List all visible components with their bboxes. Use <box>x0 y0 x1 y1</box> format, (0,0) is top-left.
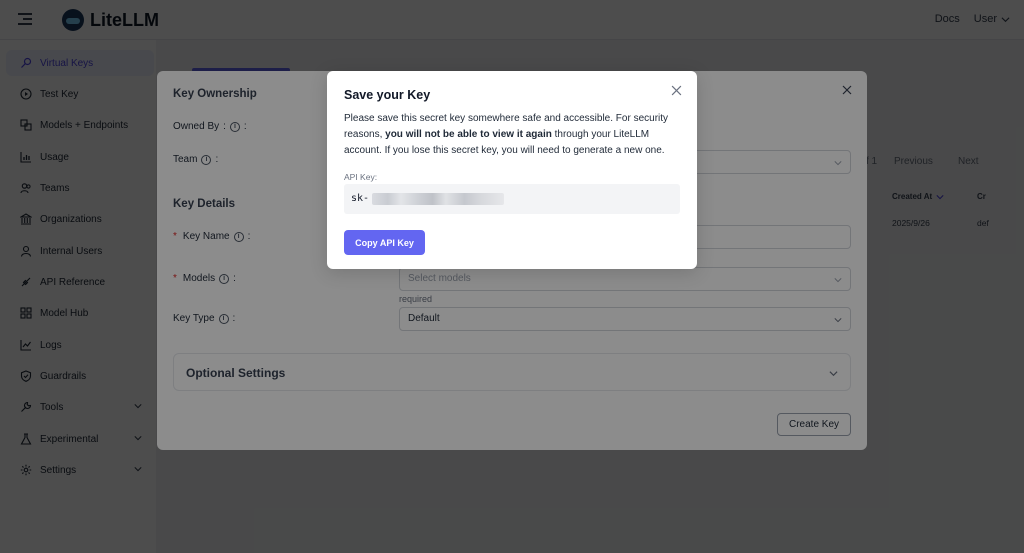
modal-title: Save your Key <box>344 88 431 102</box>
copy-api-key-button[interactable]: Copy API Key <box>344 230 425 255</box>
api-key-redacted <box>372 193 504 205</box>
close-icon[interactable] <box>671 85 682 96</box>
save-key-modal: Save your Key Please save this secret ke… <box>327 71 697 269</box>
body-text-bold: you will not be able to view it again <box>385 129 552 140</box>
api-key-label: API Key: <box>344 172 378 182</box>
api-key-display: sk- <box>344 184 680 214</box>
api-key-prefix: sk- <box>351 193 370 204</box>
modal-body-text: Please save this secret key somewhere sa… <box>344 111 684 159</box>
